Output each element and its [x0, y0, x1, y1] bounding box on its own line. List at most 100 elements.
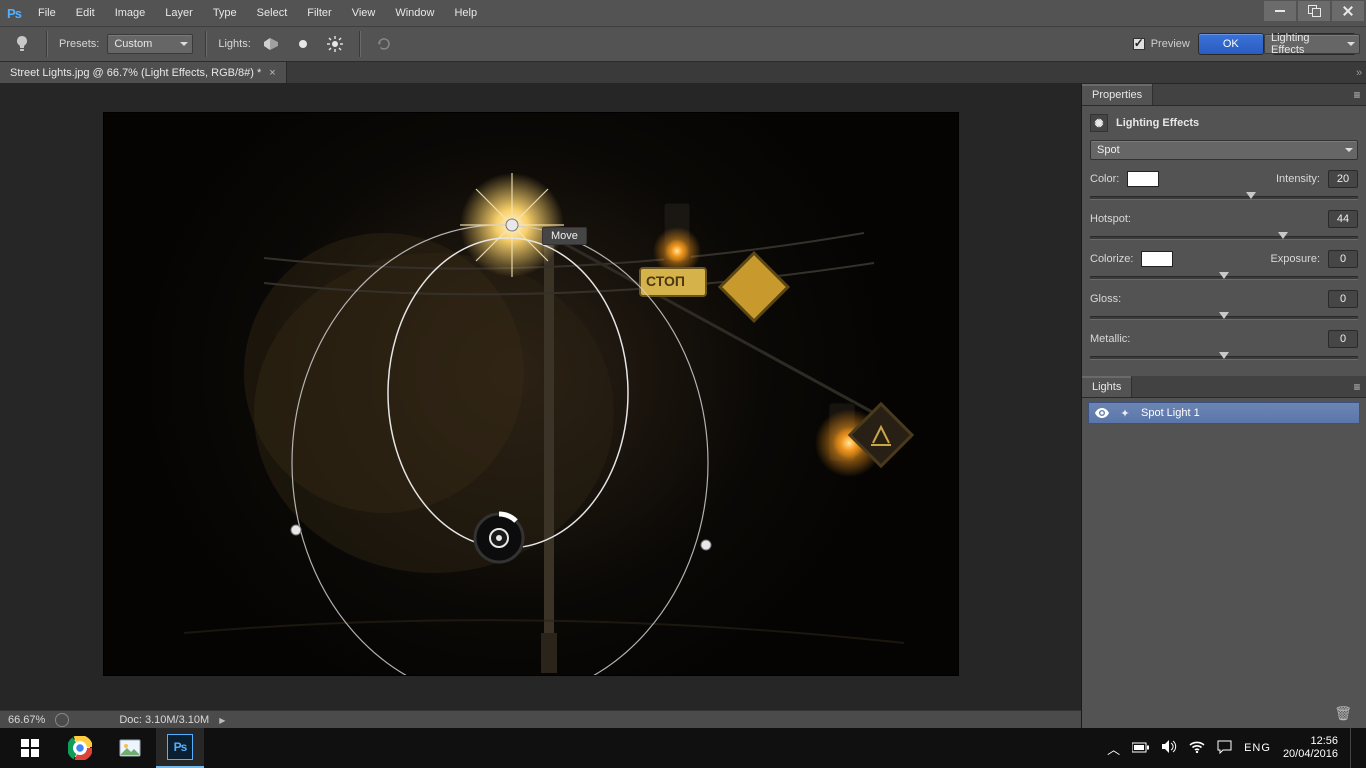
menu-type[interactable]: Type	[203, 0, 247, 26]
light-type-dropdown[interactable]: Spot	[1090, 140, 1358, 160]
slider-thumb-icon[interactable]	[1219, 352, 1229, 364]
move-tooltip: Move	[542, 227, 587, 245]
metallic-label: Metallic:	[1090, 333, 1130, 345]
panel-menu-icon[interactable]	[1348, 84, 1366, 105]
point-light-icon[interactable]	[291, 33, 315, 55]
tab-overflow-icon[interactable]	[1352, 62, 1366, 83]
menu-view[interactable]: View	[342, 0, 386, 26]
lights-label: Lights:	[218, 38, 250, 50]
presets-dropdown[interactable]: Custom	[107, 34, 193, 54]
close-button[interactable]	[1332, 1, 1364, 21]
volume-icon[interactable]	[1162, 740, 1177, 756]
metallic-value[interactable]: 0	[1328, 330, 1358, 348]
tray-chevron-icon[interactable]: ︿	[1107, 739, 1120, 758]
language-indicator[interactable]: ENG	[1244, 742, 1271, 754]
battery-icon[interactable]	[1132, 741, 1150, 756]
options-bar: Presets: Custom Lights: Preview OK Cance…	[0, 26, 1366, 62]
preview-label: Preview	[1151, 38, 1190, 50]
presets-label: Presets:	[59, 38, 99, 50]
slider-thumb-icon[interactable]	[1278, 232, 1288, 244]
taskbar-photoshop[interactable]: Ps	[156, 728, 204, 768]
action-center-icon[interactable]	[1217, 740, 1232, 757]
hotspot-label: Hotspot:	[1090, 213, 1131, 225]
slider-thumb-icon[interactable]	[1219, 312, 1229, 324]
menu-filter[interactable]: Filter	[297, 0, 341, 26]
wifi-icon[interactable]	[1189, 741, 1205, 756]
clock-date: 20/04/2016	[1283, 748, 1338, 761]
divider	[359, 31, 360, 57]
taskbar-photo-viewer[interactable]	[106, 728, 154, 768]
intensity-label: Intensity:	[1276, 173, 1320, 185]
lights-panel: ✦ Spot Light 1 🗑	[1082, 398, 1366, 728]
color-label: Color:	[1090, 173, 1119, 185]
gloss-value[interactable]: 0	[1328, 290, 1358, 308]
menu-edit[interactable]: Edit	[66, 0, 105, 26]
restore-button[interactable]	[1298, 1, 1330, 21]
minimize-button[interactable]	[1264, 1, 1296, 21]
menu-select[interactable]: Select	[247, 0, 298, 26]
menu-window[interactable]: Window	[385, 0, 444, 26]
light-list-item[interactable]: ✦ Spot Light 1	[1088, 402, 1360, 424]
menu-image[interactable]: Image	[105, 0, 156, 26]
status-bar: 66.67% Doc: 3.10M/3.10M	[0, 710, 1081, 728]
visibility-icon[interactable]	[1095, 406, 1109, 420]
checkbox-icon	[1133, 38, 1145, 50]
title-bar: Ps File Edit Image Layer Type Select Fil…	[0, 0, 1366, 26]
menu-layer[interactable]: Layer	[155, 0, 203, 26]
lights-tab[interactable]: Lights	[1082, 376, 1132, 397]
light-item-label: Spot Light 1	[1141, 407, 1200, 419]
hotspot-value[interactable]: 44	[1328, 210, 1358, 228]
menu-help[interactable]: Help	[444, 0, 487, 26]
presets-value: Custom	[114, 38, 152, 50]
light-type-icon: ✦	[1117, 407, 1133, 420]
ok-button[interactable]: OK	[1198, 33, 1264, 55]
lights-list-body: 🗑	[1088, 424, 1360, 728]
light-bulb-icon[interactable]	[10, 33, 34, 55]
status-arrow-icon[interactable]	[219, 714, 225, 726]
doc-size: Doc: 3.10M/3.10M	[119, 714, 209, 726]
menu-file[interactable]: File	[28, 0, 66, 26]
workspace-dropdown[interactable]: Lighting Effects	[1264, 34, 1360, 54]
stop-sign-text: СТОП	[646, 273, 685, 289]
gloss-slider[interactable]	[1090, 314, 1358, 320]
workspace-value: Lighting Effects	[1271, 32, 1343, 56]
document-canvas[interactable]: СТОП Move	[104, 113, 958, 675]
clock-time: 12:56	[1283, 735, 1338, 748]
properties-title: Lighting Effects	[1116, 117, 1199, 129]
colorize-label: Colorize:	[1090, 253, 1133, 265]
work-area: СТОП Move 66.67% Doc: 3.10M/3.10M Proper…	[0, 84, 1366, 728]
slider-thumb-icon[interactable]	[1219, 272, 1229, 284]
window-controls	[1264, 0, 1366, 26]
divider	[46, 31, 47, 57]
intensity-value[interactable]: 20	[1328, 170, 1358, 188]
exposure-value[interactable]: 0	[1328, 250, 1358, 268]
preview-checkbox[interactable]: Preview	[1133, 38, 1190, 50]
properties-tab-row: Properties	[1082, 84, 1366, 106]
system-tray: ︿ ENG 12:56 20/04/2016	[1107, 728, 1360, 768]
color-swatch[interactable]	[1127, 171, 1159, 187]
show-desktop-button[interactable]	[1350, 728, 1356, 768]
ok-label: OK	[1223, 38, 1239, 50]
document-tab[interactable]: Street Lights.jpg @ 66.7% (Light Effects…	[0, 62, 287, 83]
taskbar-chrome[interactable]	[56, 728, 104, 768]
trash-icon[interactable]: 🗑	[1334, 705, 1352, 722]
properties-panel: ✺ Lighting Effects Spot Color: Intensity…	[1082, 106, 1366, 370]
clock[interactable]: 12:56 20/04/2016	[1283, 735, 1338, 761]
panel-menu-icon[interactable]	[1348, 376, 1366, 397]
hotspot-slider[interactable]	[1090, 234, 1358, 240]
gloss-label: Gloss:	[1090, 293, 1121, 305]
spot-light-icon[interactable]	[259, 33, 283, 55]
properties-tab[interactable]: Properties	[1082, 84, 1153, 105]
exposure-slider[interactable]	[1090, 274, 1358, 280]
reset-light-icon[interactable]	[372, 33, 396, 55]
start-button[interactable]	[6, 728, 54, 768]
infinite-light-icon[interactable]	[323, 33, 347, 55]
slider-thumb-icon[interactable]	[1246, 192, 1256, 204]
close-tab-icon[interactable]: ×	[269, 67, 275, 79]
intensity-slider[interactable]	[1090, 194, 1358, 200]
canvas-area[interactable]: СТОП Move 66.67% Doc: 3.10M/3.10M	[0, 84, 1082, 728]
metallic-slider[interactable]	[1090, 354, 1358, 360]
zoom-value[interactable]: 66.67%	[8, 714, 45, 726]
colorize-swatch[interactable]	[1141, 251, 1173, 267]
status-info-icon[interactable]	[55, 713, 69, 727]
